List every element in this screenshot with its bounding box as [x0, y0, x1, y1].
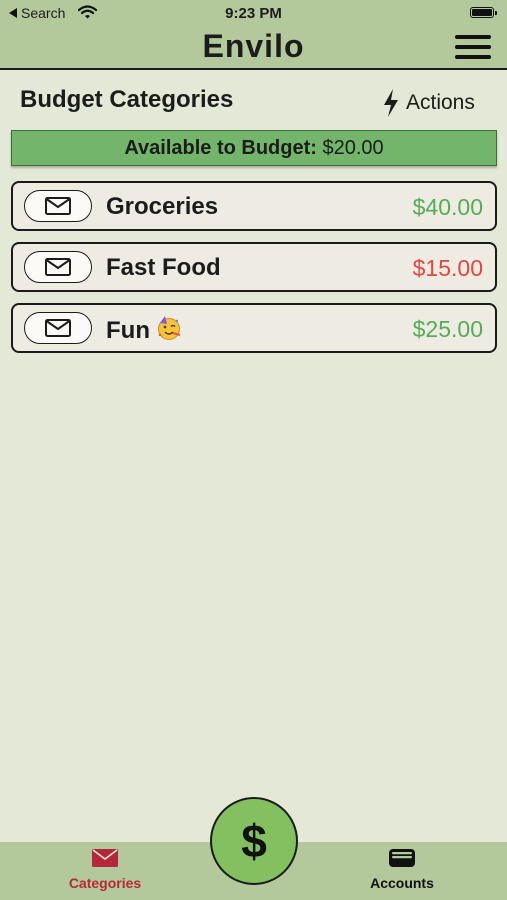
available-amount: $20.00 — [322, 137, 384, 159]
status-time: 9:23 PM — [225, 5, 282, 22]
category-name: Groceries — [106, 193, 219, 220]
lightning-bolt-icon — [384, 89, 398, 117]
tab-accounts[interactable]: Accounts — [322, 848, 482, 891]
category-list: Groceries $40.00 Fast Food $15.00 Fun $2… — [11, 181, 497, 364]
category-amount: $40.00 — [412, 194, 483, 220]
envelope-icon — [92, 849, 118, 867]
menu-line — [455, 55, 491, 59]
category-name: Fast Food — [106, 254, 221, 281]
add-transaction-button[interactable]: $ — [210, 797, 298, 885]
menu-line — [455, 35, 491, 39]
status-bar: Search 9:23 PM — [0, 0, 507, 28]
wallet-icon — [389, 849, 415, 867]
hamburger-menu-button[interactable] — [455, 33, 493, 61]
tab-label: Accounts — [370, 875, 434, 891]
envelope-icon — [45, 197, 71, 215]
category-amount: $15.00 — [412, 255, 483, 281]
category-row-fast-food[interactable]: Fast Food $15.00 — [11, 242, 497, 292]
category-row-fun[interactable]: Fun $25.00 — [11, 303, 497, 353]
category-name: Fun — [106, 315, 182, 345]
available-label: Available to Budget: — [124, 137, 317, 159]
envelope-button[interactable] — [24, 190, 92, 222]
envelope-icon — [45, 319, 71, 337]
tab-categories[interactable]: Categories — [25, 848, 185, 891]
tab-label: Categories — [68, 875, 142, 891]
app-title: Envilo — [202, 28, 305, 64]
category-amount: $25.00 — [412, 316, 483, 342]
category-name-text: Fun — [106, 317, 150, 344]
envelope-icon — [45, 258, 71, 276]
actions-label: Actions — [406, 91, 475, 114]
envelope-button[interactable] — [24, 312, 92, 344]
section-title: Budget Categories — [20, 86, 234, 113]
partying-face-icon — [157, 316, 181, 340]
actions-button[interactable]: Actions — [382, 88, 475, 118]
battery-icon — [470, 7, 497, 18]
available-to-budget-bar: Available to Budget: $20.00 — [11, 130, 497, 166]
envelope-button[interactable] — [24, 251, 92, 283]
category-row-groceries[interactable]: Groceries $40.00 — [11, 181, 497, 231]
menu-line — [455, 45, 491, 49]
